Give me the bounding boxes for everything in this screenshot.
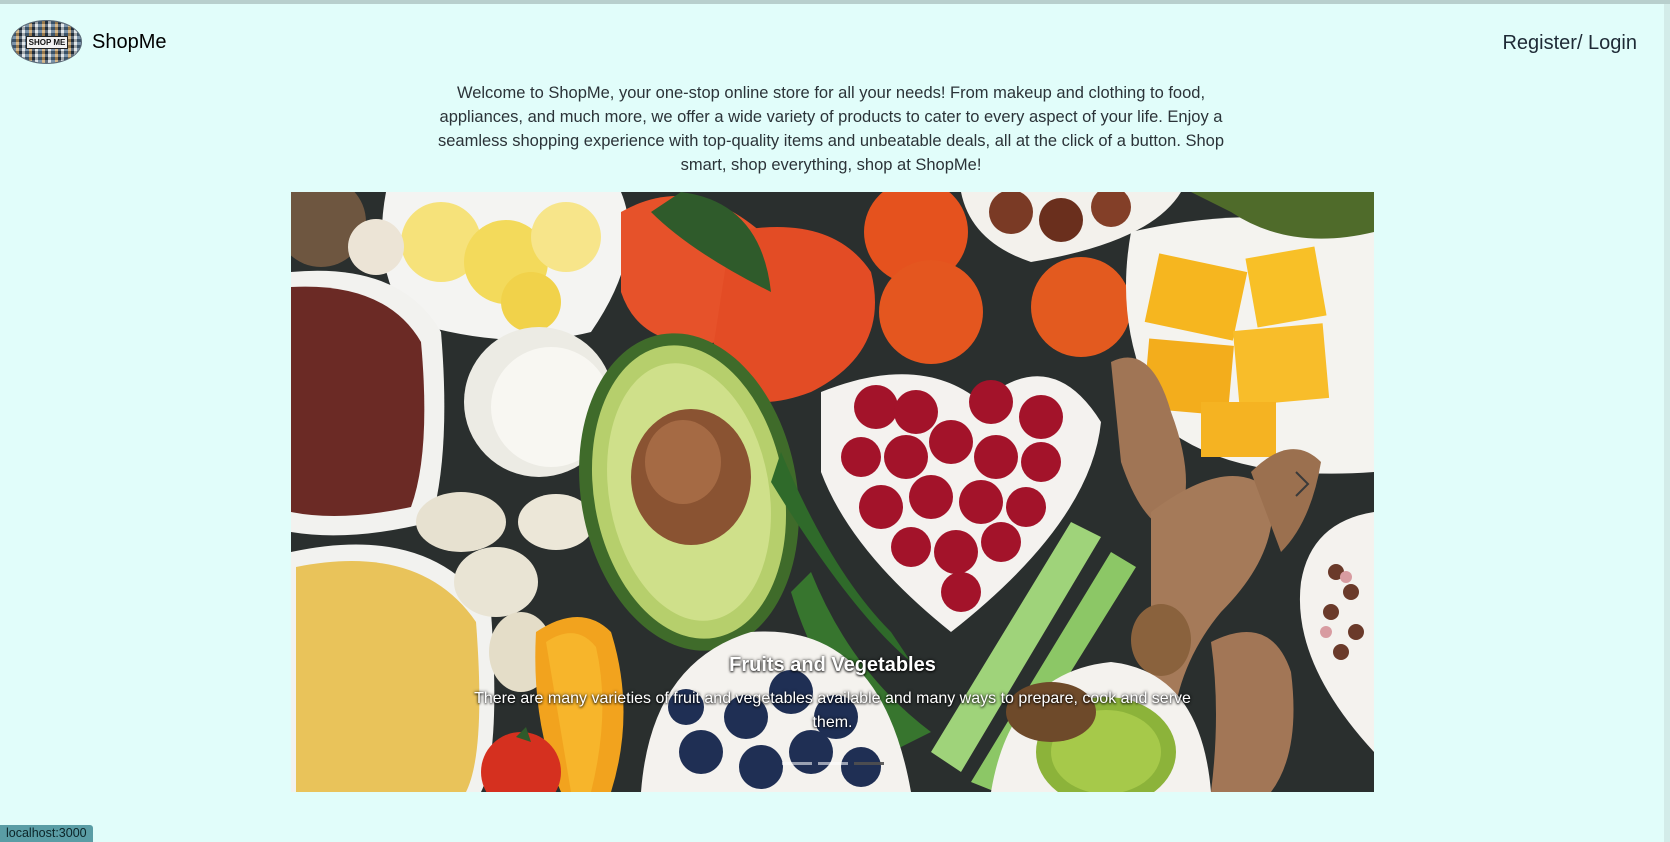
carousel-next-button[interactable] — [1290, 464, 1314, 504]
carousel-indicator-1[interactable] — [781, 762, 812, 765]
chevron-right-icon — [1295, 471, 1310, 497]
brand-name: ShopMe — [92, 30, 167, 53]
carousel-indicator-3[interactable] — [853, 762, 884, 765]
caption-title: Fruits and Vegetables — [729, 654, 936, 676]
shopme-logo: SHOP ME — [11, 20, 82, 64]
status-url: localhost:3000 — [0, 825, 93, 842]
carousel-caption: Fruits and Vegetables There are many var… — [291, 654, 1374, 735]
page-scrollbar[interactable] — [1664, 4, 1670, 842]
brand-link[interactable]: SHOP ME ShopMe — [11, 20, 167, 64]
carousel[interactable]: Fruits and Vegetables There are many var… — [291, 192, 1374, 792]
carousel-indicators — [291, 762, 1374, 765]
register-login-link[interactable]: Register/ Login — [1502, 32, 1637, 55]
navbar: SHOP ME ShopMe Register/ Login — [0, 4, 1670, 76]
carousel-indicator-2[interactable] — [817, 762, 848, 765]
caption-text: There are many varieties of fruit and ve… — [474, 690, 1191, 731]
welcome-text: Welcome to ShopMe, your one-stop online … — [437, 84, 1225, 174]
logo-text: SHOP ME — [26, 36, 68, 49]
